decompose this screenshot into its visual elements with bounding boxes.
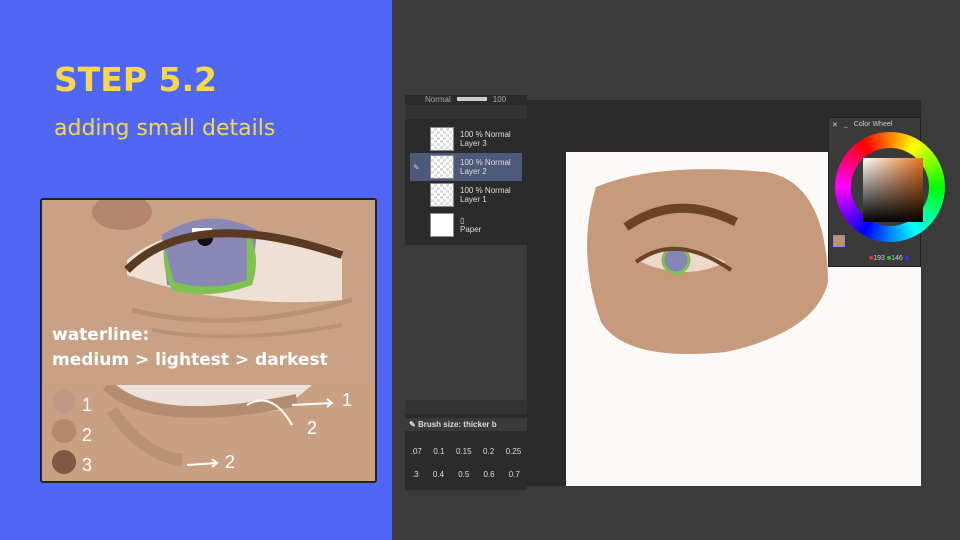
brush-size-option[interactable]: 0.5 [458, 470, 469, 479]
saturation-value-square[interactable] [863, 158, 923, 222]
current-color-swatch[interactable] [833, 235, 845, 247]
swatch-3 [52, 450, 76, 474]
brush-size-option[interactable]: 0.15 [456, 447, 472, 456]
layer-thumbnail [430, 155, 454, 179]
layer-mode: Normal [484, 130, 511, 139]
brush-size-option[interactable]: .3 [412, 470, 419, 479]
layer-row-selected[interactable]: ✎ 100 % Normal Layer 2 [410, 153, 522, 181]
minimize-icon[interactable]: _ [844, 121, 848, 129]
panel-title: Color Wheel [853, 121, 893, 128]
swatch-label: 2 [82, 425, 93, 445]
swatch-2 [52, 419, 76, 443]
layer-name: Layer 3 [460, 139, 487, 148]
eye-closeup: waterline: medium > lightest > darkest [42, 200, 375, 383]
layer-actions-toolbar[interactable] [405, 400, 527, 414]
layer-row[interactable]: 100 % Normal Layer 1 [410, 181, 522, 209]
layer-opacity: 100 % [460, 130, 483, 139]
layer-opacity: 100 % [460, 158, 483, 167]
opacity-slider[interactable] [456, 97, 487, 101]
brush-size-option[interactable]: 0.6 [483, 470, 494, 479]
layer-panel: Normal 100 100 % Normal Layer 3 ✎ 100 % No… [405, 95, 527, 245]
layer-row[interactable]: 100 % Normal Layer 3 [410, 125, 522, 153]
swatch-label: 3 [82, 455, 93, 475]
caption-line-1: waterline: [52, 325, 150, 345]
brush-size-option[interactable]: 0.1 [433, 447, 444, 456]
layer-name: Layer 1 [460, 195, 487, 204]
arrow-label: 1 [342, 390, 353, 410]
layer-thumbnail [430, 127, 454, 151]
layer-thumbnail [430, 213, 454, 237]
brush-size-option[interactable]: 0.7 [509, 470, 520, 479]
layer-name: Paper [460, 225, 482, 234]
layer-mode: Normal [484, 158, 511, 167]
tutorial-panel: STEP 5.2 adding small details waterline:… [0, 0, 392, 540]
step-subtitle: adding small details [54, 116, 276, 141]
eye-closeup-inset: waterline: medium > lightest > darkest 1… [40, 198, 377, 483]
brush-size-option[interactable]: 0.4 [433, 470, 444, 479]
brush-size-option[interactable]: .07 [411, 447, 422, 456]
paper-icon: ▯ [460, 216, 465, 225]
swatch-1 [52, 389, 76, 413]
opacity-value[interactable]: 100 [493, 95, 506, 104]
step-title: STEP 5.2 [54, 60, 217, 99]
blend-mode-select[interactable]: Normal [425, 95, 451, 104]
pen-icon: ✎ [413, 162, 420, 172]
layer-opacity: 100 % [460, 186, 483, 195]
arrow-label: 2 [225, 452, 236, 472]
layer-mode: Normal [484, 186, 511, 195]
brush-size-option[interactable]: 0.25 [506, 447, 522, 456]
layer-row[interactable]: ▯ Paper [410, 211, 522, 239]
waterline-diagram [52, 385, 334, 474]
layer-thumbnail [430, 183, 454, 207]
layer-name: Layer 2 [460, 167, 487, 176]
green-value[interactable]: 146 [891, 255, 903, 262]
brush-size-panel: ✎ Brush size: thicker b .07 0.1 0.15 0.2 0.2… [405, 400, 527, 490]
brush-icon: ✎ [409, 420, 418, 429]
caption-line-2: medium > lightest > darkest [52, 350, 328, 370]
close-icon[interactable]: ✕ [832, 121, 838, 129]
red-value[interactable]: 193 [873, 255, 885, 262]
brush-size-option[interactable]: 0.2 [483, 447, 494, 456]
color-wheel-panel: ✕ _ Color Wheel ■193 ■146 ■ [828, 117, 945, 267]
brush-size-label: Brush size: thicker b [417, 420, 497, 429]
layer-toolbar[interactable] [405, 105, 527, 119]
arrow-label: 2 [307, 418, 318, 438]
swatch-label: 1 [82, 395, 93, 415]
